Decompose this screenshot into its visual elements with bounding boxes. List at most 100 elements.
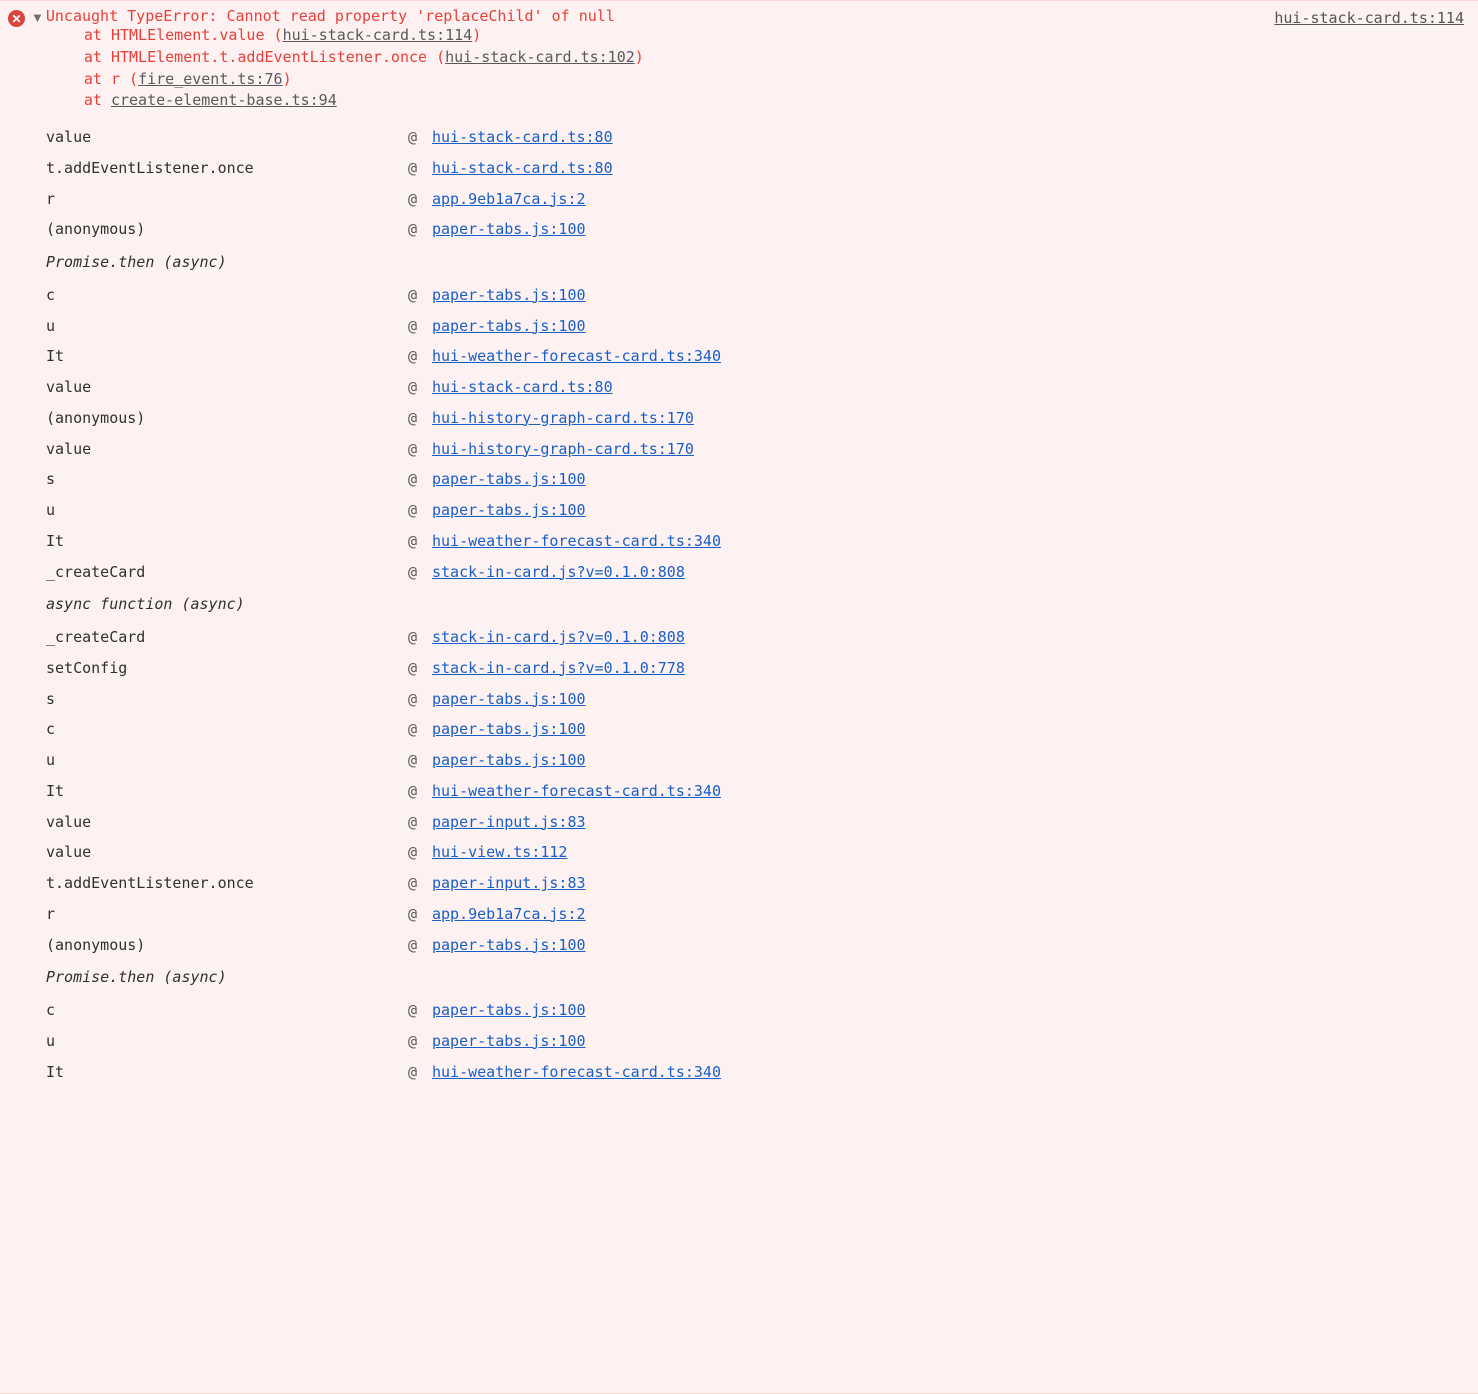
trace-at-symbol: @ <box>408 837 432 868</box>
at-keyword: at <box>84 48 102 66</box>
error-source-link[interactable]: hui-stack-card.ts:114 <box>1274 9 1464 27</box>
error-stack-at-line: at create-element-base.ts:94 <box>46 90 1470 112</box>
trace-row: It@hui-weather-forecast-card.ts:340 <box>8 526 1470 557</box>
trace-source-link[interactable]: hui-weather-forecast-card.ts:340 <box>432 526 721 557</box>
stack-source-link[interactable]: create-element-base.ts:94 <box>111 91 337 109</box>
trace-row: u@paper-tabs.js:100 <box>8 745 1470 776</box>
trace-source-link[interactable]: paper-tabs.js:100 <box>432 214 586 245</box>
trace-function-name: _createCard <box>8 622 408 653</box>
trace-function-name: (anonymous) <box>8 214 408 245</box>
trace-row: u@paper-tabs.js:100 <box>8 1026 1470 1057</box>
trace-at-symbol: @ <box>408 714 432 745</box>
trace-row: s@paper-tabs.js:100 <box>8 464 1470 495</box>
trace-row: _createCard@stack-in-card.js?v=0.1.0:808 <box>8 622 1470 653</box>
trace-row: t.addEventListener.once@paper-input.js:8… <box>8 868 1470 899</box>
trace-source-link[interactable]: app.9eb1a7ca.js:2 <box>432 899 586 930</box>
trace-function-name: value <box>8 434 408 465</box>
trace-at-symbol: @ <box>408 807 432 838</box>
stack-function-name: HTMLElement.t.addEventListener.once <box>111 48 427 66</box>
trace-source-link[interactable]: hui-weather-forecast-card.ts:340 <box>432 341 721 372</box>
trace-source-link[interactable]: app.9eb1a7ca.js:2 <box>432 184 586 215</box>
disclosure-triangle[interactable]: ▼ <box>31 10 44 25</box>
error-icon: ✕ <box>8 10 25 27</box>
trace-source-link[interactable]: paper-tabs.js:100 <box>432 464 586 495</box>
trace-function-name: u <box>8 495 408 526</box>
trace-source-link[interactable]: hui-weather-forecast-card.ts:340 <box>432 776 721 807</box>
trace-row: c@paper-tabs.js:100 <box>8 280 1470 311</box>
trace-row: r@app.9eb1a7ca.js:2 <box>8 184 1470 215</box>
trace-at-symbol: @ <box>408 557 432 588</box>
trace-row: value@hui-stack-card.ts:80 <box>8 372 1470 403</box>
trace-source-link[interactable]: paper-tabs.js:100 <box>432 495 586 526</box>
trace-function-name: _createCard <box>8 557 408 588</box>
trace-source-link[interactable]: hui-history-graph-card.ts:170 <box>432 403 694 434</box>
trace-function-name: value <box>8 372 408 403</box>
trace-row: It@hui-weather-forecast-card.ts:340 <box>8 776 1470 807</box>
trace-source-link[interactable]: stack-in-card.js?v=0.1.0:778 <box>432 653 685 684</box>
trace-at-symbol: @ <box>408 495 432 526</box>
paren-close: ) <box>635 48 644 66</box>
trace-at-symbol: @ <box>408 776 432 807</box>
trace-function-name: t.addEventListener.once <box>8 868 408 899</box>
trace-at-symbol: @ <box>408 214 432 245</box>
trace-at-symbol: @ <box>408 464 432 495</box>
trace-source-link[interactable]: hui-stack-card.ts:80 <box>432 372 613 403</box>
trace-source-link[interactable]: paper-tabs.js:100 <box>432 1026 586 1057</box>
stack-source-link[interactable]: hui-stack-card.ts:114 <box>283 26 473 44</box>
trace-source-link[interactable]: stack-in-card.js?v=0.1.0:808 <box>432 557 685 588</box>
trace-source-link[interactable]: paper-tabs.js:100 <box>432 684 586 715</box>
trace-source-link[interactable]: hui-weather-forecast-card.ts:340 <box>432 1057 721 1088</box>
trace-row: It@hui-weather-forecast-card.ts:340 <box>8 1057 1470 1088</box>
trace-function-name: u <box>8 745 408 776</box>
trace-function-name: c <box>8 714 408 745</box>
at-keyword: at <box>84 91 102 109</box>
trace-source-link[interactable]: hui-view.ts:112 <box>432 837 567 868</box>
paren-close: ) <box>283 70 292 88</box>
trace-at-symbol: @ <box>408 995 432 1026</box>
trace-source-link[interactable]: hui-stack-card.ts:80 <box>432 153 613 184</box>
trace-source-link[interactable]: paper-tabs.js:100 <box>432 280 586 311</box>
trace-source-link[interactable]: paper-tabs.js:100 <box>432 995 586 1026</box>
trace-row: (anonymous)@hui-history-graph-card.ts:17… <box>8 403 1470 434</box>
trace-row: setConfig@stack-in-card.js?v=0.1.0:778 <box>8 653 1470 684</box>
trace-row: u@paper-tabs.js:100 <box>8 311 1470 342</box>
trace-function-name: u <box>8 311 408 342</box>
trace-row: c@paper-tabs.js:100 <box>8 714 1470 745</box>
trace-function-name: value <box>8 807 408 838</box>
paren-open: ( <box>129 70 138 88</box>
trace-source-link[interactable]: stack-in-card.js?v=0.1.0:808 <box>432 622 685 653</box>
trace-function-name: setConfig <box>8 653 408 684</box>
trace-row: c@paper-tabs.js:100 <box>8 995 1470 1026</box>
error-body: Uncaught TypeError: Cannot read property… <box>46 7 1470 112</box>
trace-at-symbol: @ <box>408 184 432 215</box>
trace-source-link[interactable]: paper-tabs.js:100 <box>432 930 586 961</box>
trace-at-symbol: @ <box>408 899 432 930</box>
trace-source-link[interactable]: paper-tabs.js:100 <box>432 745 586 776</box>
stack-source-link[interactable]: fire_event.ts:76 <box>138 70 283 88</box>
trace-source-link[interactable]: hui-history-graph-card.ts:170 <box>432 434 694 465</box>
console-error-entry: ✕ ▼ Uncaught TypeError: Cannot read prop… <box>0 0 1478 1394</box>
stack-function-name: HTMLElement.value <box>111 26 265 44</box>
trace-row: value@hui-history-graph-card.ts:170 <box>8 434 1470 465</box>
stack-source-link[interactable]: hui-stack-card.ts:102 <box>445 48 635 66</box>
trace-source-link[interactable]: paper-input.js:83 <box>432 868 586 899</box>
trace-row: t.addEventListener.once@hui-stack-card.t… <box>8 153 1470 184</box>
trace-at-symbol: @ <box>408 1026 432 1057</box>
trace-function-name: r <box>8 184 408 215</box>
trace-source-link[interactable]: paper-tabs.js:100 <box>432 311 586 342</box>
trace-row: s@paper-tabs.js:100 <box>8 684 1470 715</box>
trace-async-group: Promise.then (async) <box>8 962 1470 993</box>
at-keyword: at <box>84 26 102 44</box>
trace-function-name: It <box>8 341 408 372</box>
trace-source-link[interactable]: paper-tabs.js:100 <box>432 714 586 745</box>
error-stack-at-line: at HTMLElement.value (hui-stack-card.ts:… <box>46 25 1470 47</box>
trace-source-link[interactable]: paper-input.js:83 <box>432 807 586 838</box>
trace-at-symbol: @ <box>408 745 432 776</box>
trace-at-symbol: @ <box>408 622 432 653</box>
trace-row: value@paper-input.js:83 <box>8 807 1470 838</box>
trace-source-link[interactable]: hui-stack-card.ts:80 <box>432 122 613 153</box>
trace-function-name: s <box>8 684 408 715</box>
error-header: ✕ ▼ Uncaught TypeError: Cannot read prop… <box>8 7 1470 112</box>
trace-at-symbol: @ <box>408 341 432 372</box>
stack-function-name: r <box>111 70 120 88</box>
